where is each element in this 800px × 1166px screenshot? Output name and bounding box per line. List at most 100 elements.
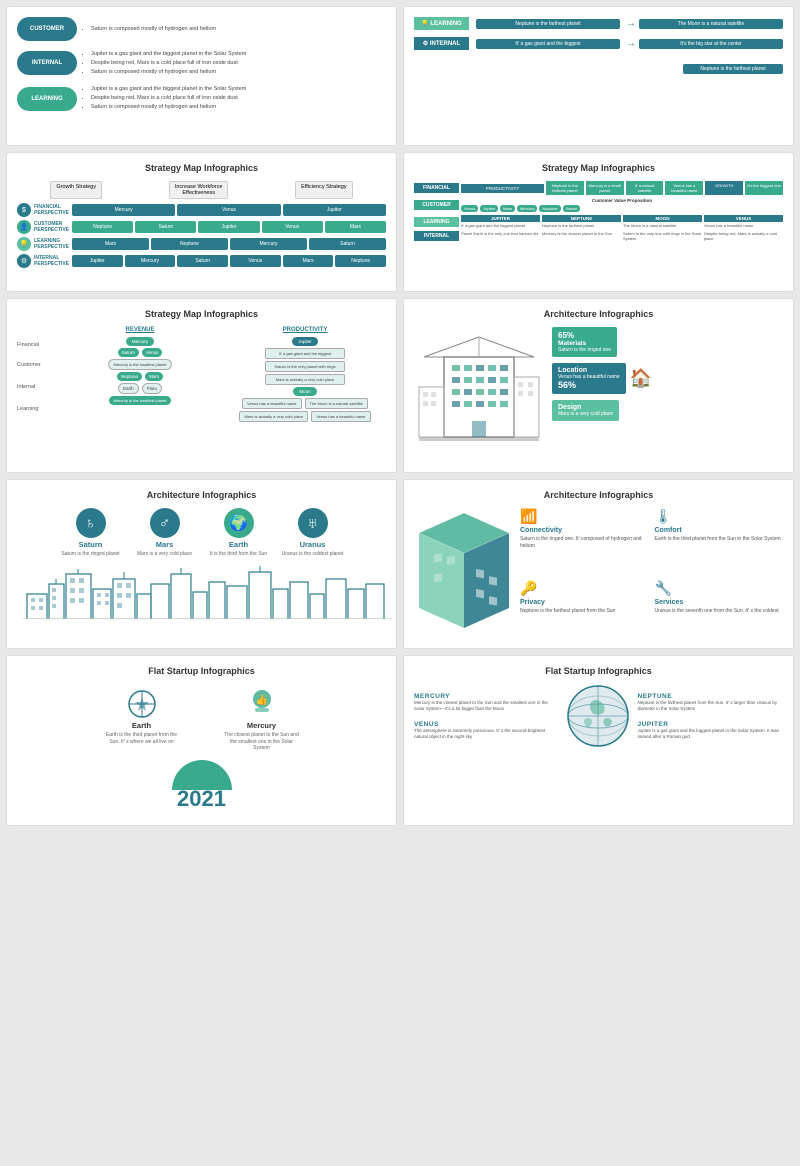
cell-saturn2: Saturn [309,238,386,250]
tree-content: REVENUE Mercury Saturn Venus Mercury is … [59,327,386,422]
learn-col3: MOON The Moon is a natural satellite [623,215,702,228]
int-grid: Planet Earth is the only one that harbor… [461,231,783,241]
lc1-desc: It' a gas giant and the biggest planet [461,223,540,228]
p-mercury-name: MERCURY [414,693,560,700]
p-gas: It' a gas giant and the biggest [265,348,345,359]
card-2: 💡 LEARNING Neptune is the farthest plane… [403,6,794,146]
cell-mars3: Mars [283,255,334,267]
connectivity-box: 📶 Connectivity Saturn is the ringed one.… [520,508,649,574]
globe-svg [566,684,631,749]
customer-section: CUSTOMER Customer Value Proposition Venu… [414,198,783,212]
cv-mars: Mars [500,205,515,212]
earth-startup-desc: Earth is the third planet from the Sun. … [102,732,182,745]
card6-title: Architecture Infographics [414,309,783,319]
card6-content: 65% Materials Saturn is the ringed one L… [414,327,783,462]
building-svg [414,327,544,457]
r-row2: Saturn Venus [118,348,163,357]
int-text: INTERNALPERSPECTIVE [34,255,69,267]
saturn-desc: Saturn is the ringed planet [61,551,119,558]
startup-earth: Earth Earth is the third planet from the… [102,689,182,752]
arrow-box1-learning: Neptune is the farthest planet [476,19,620,29]
lc2-name: NEPTUNE [542,215,621,222]
arrow-box2-learning: The Moon is a natural satellite [639,19,783,29]
services-box: 🔧 Services Uranus is the seventh one fro… [655,580,784,639]
learn-grid: JUPITER It' a gas giant and the biggest … [461,215,783,228]
cell-venus2: Venus [262,221,323,233]
cell-venus: Venus [177,204,280,216]
card5-content: Financial Customer Internal Learning REV… [17,327,386,422]
card-4: Strategy Map Infographics FINANCIAL PROD… [403,152,794,292]
card3-content: Growth Strategy Increase WorkforceEffect… [17,181,386,268]
row-labels: Financial Customer Internal Learning [17,327,55,422]
bullets-learning: Jupiter is a gas giant and the biggest p… [83,85,246,111]
mercury-startup-desc: The closest planet to the Sun and the sm… [222,732,302,752]
int-box1: Planet Earth is the only one that harbor… [461,231,540,241]
materials-pct: 65% [558,331,611,340]
int-box4: Despite being red, Mars is actually a co… [704,231,783,241]
row-internal: INTERNAL Jupiter is a gas giant and the … [17,50,386,76]
p-jupiter-name: JUPITER [638,721,784,728]
p-moon: Moon [293,387,316,396]
center-globe [564,684,634,749]
arrow-box1-internal: It' a gas giant and the biggest [476,39,620,49]
earth-startup-name: Earth [132,721,151,730]
cv-jupiter: Jupiter [480,205,498,212]
cell-jupiter3: Jupiter [72,255,123,267]
card9-title: Flat Startup Infographics [17,666,386,676]
lc3-desc: The Moon is a natural satellite [623,223,702,228]
productivity-header: PRODUCTIVITY [283,327,328,333]
card-7: Architecture Infographics ♄ Saturn Satur… [6,479,397,649]
node-growth: Growth Strategy [50,181,102,199]
card-6: Architecture Infographics [403,298,794,473]
year-display: 2021 [177,788,226,810]
design-box: Design Mars is a very cold place [552,400,619,421]
planet-jupiter: JUPITER Jupiter is a gas giant and the b… [638,721,784,741]
comfort-icon: 🌡 [655,508,784,525]
r-smallest: Mercury is the smallest planet [108,359,173,370]
planet-mercury: MERCURY Mercury is the closest planet to… [414,693,560,713]
lc2-desc: Neptune is the farthest planet [542,223,621,228]
cell-neptune3: Neptune [335,255,386,267]
p-venus: Venus has a beautiful name [242,398,301,409]
earth-star-icon [127,689,157,719]
learn-col4: VENUS Venus has a beautiful name [704,215,783,228]
cust-cells: Neptune Saturn Jupiter Venus Mars [72,221,386,233]
card9-content: Earth Earth is the third planet from the… [17,684,386,815]
design-desc: Mars is a very cold place [558,411,613,417]
uranus-icon: ♅ [298,508,328,538]
card-10: Flat Startup Infographics MERCURY Mercur… [403,655,794,826]
planet-neptune: NEPTUNE Neptune is the farthest planet f… [638,693,784,713]
fin-box5: It's the biggest one [745,181,783,195]
persp-row-learn: 💡 LEARNINGPERSPECTIVE Mars Neptune Mercu… [17,237,386,251]
location-box: Location Venus has a beautiful name 56% [552,363,626,394]
earth-icon: 🌍 [224,508,254,538]
year-section: 2021 [172,760,232,810]
learn-col2: NEPTUNE Neptune is the farthest planet [542,215,621,228]
cell-jupiter: Jupiter [283,204,386,216]
revenue-header: REVENUE [125,327,154,333]
location-pct: 56% [558,380,620,390]
p-natural: The Moon is a natural satellite [305,398,368,409]
cell-mars2: Mars [72,238,149,250]
arrow-icon-2: → [626,38,636,49]
card-9: Flat Startup Infographics Earth Earth is… [6,655,397,826]
learn-cells: Mars Neptune Mercury Saturn [72,238,386,250]
persp-label-int: ⚙ INTERNALPERSPECTIVE [17,254,69,268]
services-icon: 🔧 [655,580,784,597]
row-learning: LEARNING Jupiter is a gas giant and the … [17,85,386,111]
r-neptune: Neptune [117,372,142,381]
materials-box: 65% Materials Saturn is the ringed one [552,327,617,357]
persp-row-cust: 👤 CUSTOMERPERSPECTIVE Neptune Saturn Jup… [17,220,386,234]
int-cells: Jupiter Mercury Saturn Venus Mars Neptun… [72,255,386,267]
learning-section: LEARNING JUPITER It' a gas giant and the… [414,215,783,228]
mars-desc: Mars is a very cold place [137,551,192,558]
bullets-internal: Jupiter is a gas giant and the biggest p… [83,50,246,76]
perspectives: $ FINANCIALPERSPECTIVE Mercury Venus Jup… [17,203,386,268]
p-venus2: Venus has a beautiful name [311,411,370,422]
int-box3: Saturn is the only one with rings in the… [623,231,702,241]
startup-mercury: 👍 Mercury The closest planet to the Sun … [222,689,302,752]
cell-mercury3: Mercury [125,255,176,267]
persp-label-fin: $ FINANCIALPERSPECTIVE [17,203,69,217]
card-1: CUSTOMER Saturn is composed mostly of hy… [6,6,397,146]
cell-mars: Mars [325,221,386,233]
